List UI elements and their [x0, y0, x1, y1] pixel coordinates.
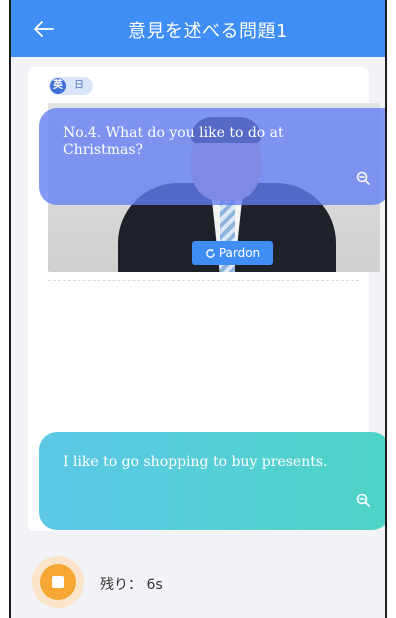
record-stop-button[interactable] [32, 556, 84, 608]
answer-text: I like to go shopping to buy presents. [63, 454, 328, 470]
app-frame: 意見を述べる問題1 英 日 Pardon No.4. What do you l… [9, 0, 387, 618]
zoom-out-icon[interactable] [356, 171, 370, 185]
remaining-time: 残り： 6s [100, 574, 163, 594]
header-bar: 意見を述べる問題1 [11, 0, 385, 57]
page-title: 意見を述べる問題1 [128, 21, 288, 42]
language-toggle[interactable]: 英 日 [49, 77, 93, 95]
remaining-value: 6s [146, 577, 163, 593]
question-bubble: No.4. What do you like to do at Christma… [39, 108, 385, 205]
divider [48, 280, 359, 281]
record-button-core [40, 564, 76, 600]
lang-en-option[interactable]: 英 [50, 78, 66, 94]
question-text: No.4. What do you like to do at Christma… [63, 125, 284, 158]
stop-icon [52, 576, 64, 588]
answer-bubble: I like to go shopping to buy presents. [39, 432, 385, 530]
pardon-label: Pardon [218, 246, 261, 260]
pardon-button[interactable]: Pardon [192, 241, 273, 265]
refresh-icon [206, 248, 215, 258]
zoom-out-icon[interactable] [356, 493, 370, 507]
remaining-label: 残り： [100, 577, 142, 593]
lang-ja-option[interactable]: 日 [71, 78, 87, 94]
